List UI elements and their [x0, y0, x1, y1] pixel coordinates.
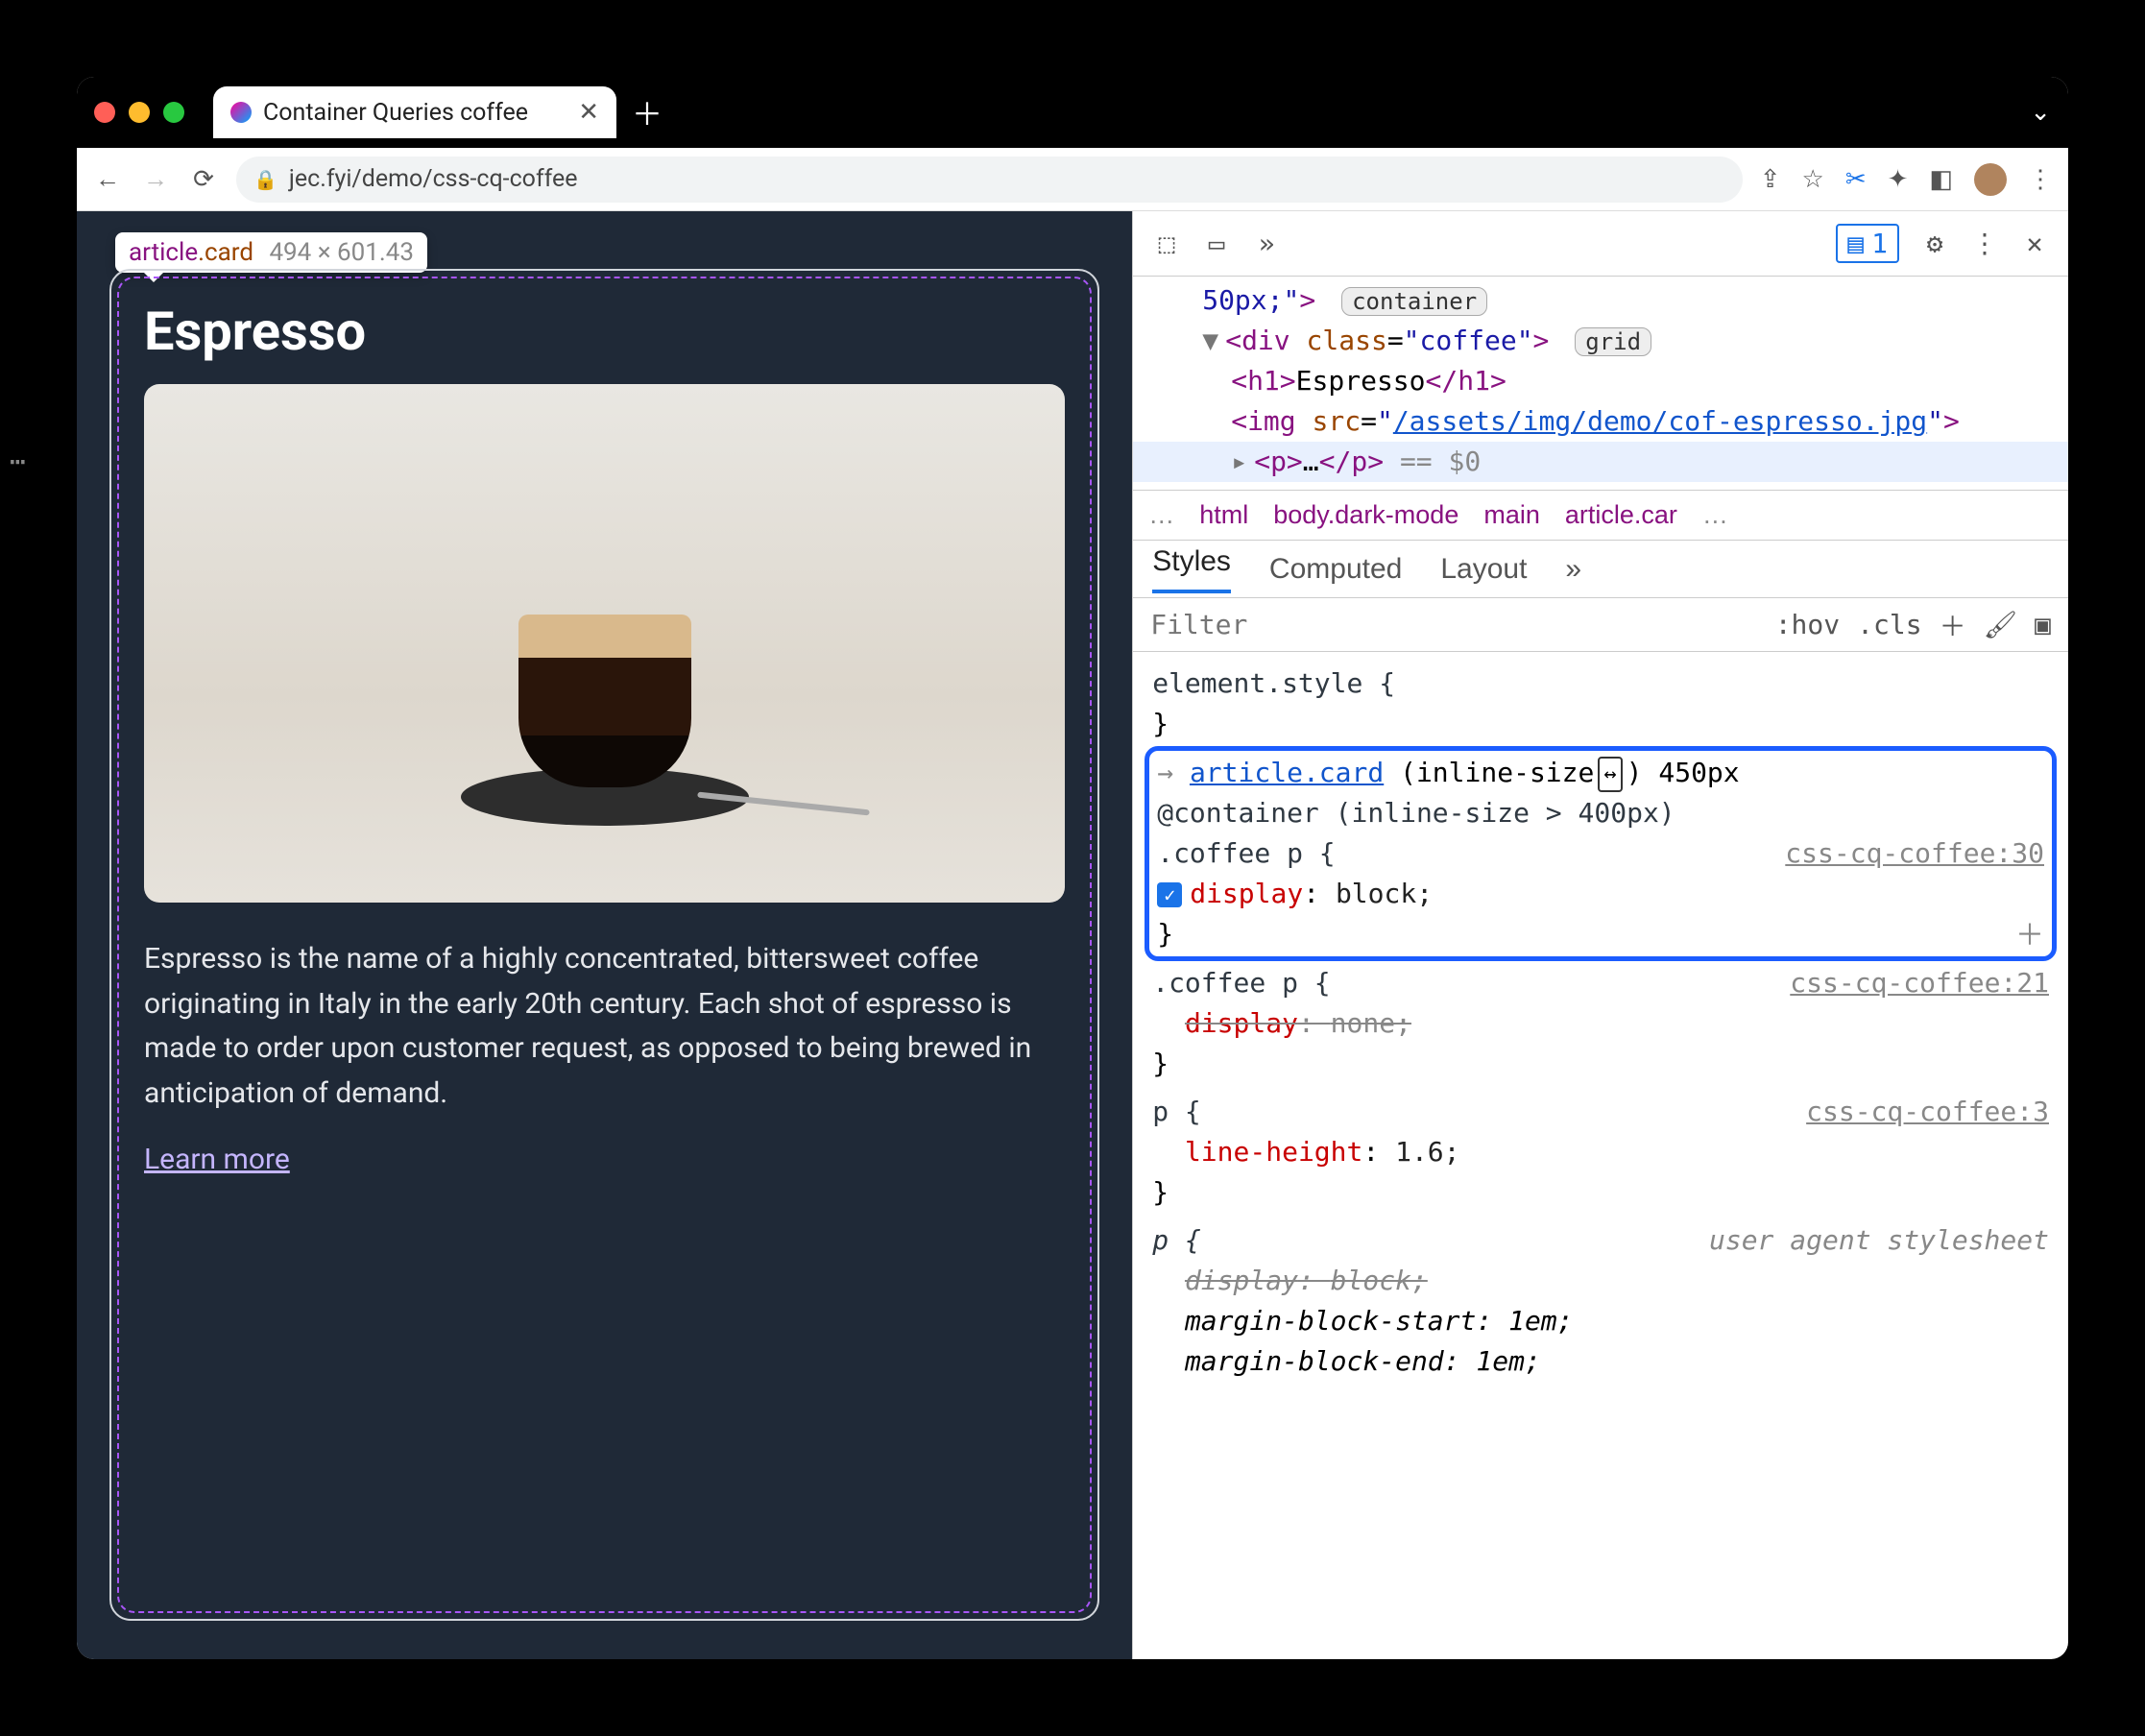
img-src-link[interactable]: /assets/img/demo/cof-espresso.jpg [1393, 405, 1927, 437]
back-button[interactable]: ← [92, 164, 123, 194]
messages-count: 1 [1871, 228, 1888, 259]
inline-size-icon: ↔ [1598, 757, 1622, 792]
crumb-body[interactable]: body.dark-mode [1273, 500, 1458, 530]
rule-element-style[interactable]: element.style {} [1152, 660, 2049, 748]
rule-p-ua[interactable]: p { user agent stylesheet display: block… [1152, 1217, 2049, 1386]
elements-tree[interactable]: 50px;"> container ▼<div class="coffee"> … [1133, 277, 2068, 491]
container-badge[interactable]: container [1341, 287, 1487, 316]
tab-strip: Container Queries coffee ✕ ＋ ⌄ [77, 77, 2068, 148]
filter-input[interactable] [1150, 609, 1757, 640]
styles-tabs: Styles Computed Layout » [1133, 541, 2068, 598]
tab-layout[interactable]: Layout [1440, 553, 1527, 586]
close-window-icon[interactable] [94, 102, 115, 123]
source-location[interactable]: css-cq-coffee:21 [1790, 963, 2049, 1003]
crumb-article[interactable]: article.car [1565, 500, 1677, 530]
browser-window: Container Queries coffee ✕ ＋ ⌄ ← → ⟳ 🔒 j… [77, 77, 2068, 1659]
property-checkbox[interactable]: ✓ [1157, 882, 1182, 907]
source-location[interactable]: css-cq-coffee:30 [1785, 833, 2044, 874]
el-line-img[interactable]: <img src="/assets/img/demo/cof-espresso.… [1133, 401, 2068, 442]
rule-p[interactable]: p { css-cq-coffee:3 line-height: 1.6;} [1152, 1088, 2049, 1217]
kebab-menu-icon[interactable]: ⋮ [1970, 228, 1999, 259]
message-icon: ▤ [1847, 228, 1864, 259]
el-line-p-selected[interactable]: ⋯ ▸<p>…</p> == $0 [1133, 442, 2068, 482]
more-tabs-icon[interactable]: » [1565, 553, 1581, 586]
more-tabs-icon[interactable]: » [1252, 228, 1281, 259]
tab-computed[interactable]: Computed [1269, 553, 1402, 586]
toggle-sidebar-icon[interactable]: ▣ [2035, 609, 2051, 640]
sidepanel-icon[interactable]: ◧ [1929, 165, 1953, 194]
rule-container-query[interactable]: → article.card (inline-size↔) 450px @con… [1145, 746, 2057, 961]
toolbar-actions: ⇪ ☆ ✂ ✦ ◧ ⋮ [1760, 163, 2053, 196]
favicon-icon [230, 102, 252, 123]
browser-tab[interactable]: Container Queries coffee ✕ [213, 86, 616, 138]
card-heading: Espresso [144, 300, 1065, 363]
add-property-icon[interactable]: ＋ [2015, 914, 2044, 957]
grid-badge[interactable]: grid [1575, 327, 1651, 356]
tooltip-class: .card [198, 238, 253, 267]
crumb-html[interactable]: html [1199, 500, 1248, 530]
profile-avatar[interactable] [1974, 163, 2007, 196]
dollar-zero: == $0 [1400, 446, 1481, 477]
card-paragraph: Espresso is the name of a highly concent… [144, 937, 1065, 1116]
content-split: article.card 494 × 601.43 Espresso Espre… [77, 211, 2068, 1659]
device-toolbar-icon[interactable]: ▭ [1202, 228, 1231, 259]
lock-icon: 🔒 [253, 168, 277, 191]
tooltip-dimensions: 494 × 601.43 [269, 238, 414, 267]
paint-icon[interactable]: 🖌 [1984, 609, 2018, 640]
new-rule-icon[interactable]: ＋ [1940, 606, 1966, 644]
devtools-toolbar: ⬚ ▭ » ▤ 1 ⚙ ⋮ ✕ [1133, 211, 2068, 277]
maximize-window-icon[interactable] [163, 102, 184, 123]
close-tab-icon[interactable]: ✕ [578, 98, 599, 127]
learn-more-link[interactable]: Learn more [144, 1143, 290, 1176]
devtools-panel: ⬚ ▭ » ▤ 1 ⚙ ⋮ ✕ 50px;"> container ▼<div … [1132, 211, 2068, 1659]
hov-toggle[interactable]: :hov [1775, 609, 1840, 640]
minimize-window-icon[interactable] [129, 102, 150, 123]
tabs-overflow-icon[interactable]: ⌄ [2030, 98, 2051, 127]
extensions-icon[interactable]: ✦ [1888, 165, 1909, 194]
expand-arrow-icon[interactable]: ▸ [1231, 442, 1250, 482]
crumb-ellipsis[interactable]: … [1702, 500, 1728, 530]
ua-label: user agent stylesheet [1709, 1220, 2049, 1261]
cup-shape [518, 615, 691, 787]
rule-coffee-p-2[interactable]: .coffee p { css-cq-coffee:21 display: no… [1152, 959, 2049, 1088]
el-line-div[interactable]: ▼<div class="coffee"> grid [1133, 321, 2068, 361]
inspect-element-icon[interactable]: ⬚ [1152, 228, 1181, 259]
toolbar: ← → ⟳ 🔒 jec.fyi/demo/css-cq-coffee ⇪ ☆ ✂… [77, 148, 2068, 211]
tab-title: Container Queries coffee [263, 99, 528, 127]
source-location[interactable]: css-cq-coffee:3 [1806, 1092, 2049, 1132]
coffee-image [144, 384, 1065, 903]
inspect-tooltip: article.card 494 × 601.43 [115, 232, 427, 273]
scissors-icon[interactable]: ✂ [1845, 165, 1867, 194]
breadcrumb: … html body.dark-mode main article.car … [1133, 491, 2068, 541]
forward-button[interactable]: → [140, 164, 171, 194]
window-controls [94, 102, 184, 123]
cq-selector-link[interactable]: article.card [1190, 757, 1384, 788]
el-line-h1[interactable]: <h1>Espresso</h1> [1133, 361, 2068, 401]
tooltip-tag: article [129, 238, 198, 267]
el-line-style[interactable]: 50px;"> container [1133, 280, 2068, 321]
url-text: jec.fyi/demo/css-cq-coffee [289, 165, 578, 193]
cls-toggle[interactable]: .cls [1857, 609, 1921, 640]
tab-styles[interactable]: Styles [1152, 545, 1231, 593]
reload-button[interactable]: ⟳ [188, 165, 219, 194]
share-icon[interactable]: ⇪ [1760, 165, 1781, 194]
crumb-ellipsis[interactable]: … [1148, 500, 1174, 530]
styles-rules[interactable]: element.style {} → article.card (inline-… [1133, 652, 2068, 1659]
bookmark-icon[interactable]: ☆ [1802, 165, 1824, 194]
messages-badge[interactable]: ▤ 1 [1836, 224, 1899, 263]
address-bar[interactable]: 🔒 jec.fyi/demo/css-cq-coffee [236, 157, 1743, 203]
menu-icon[interactable]: ⋮ [2028, 165, 2053, 194]
settings-icon[interactable]: ⚙ [1920, 228, 1949, 259]
page-viewport: article.card 494 × 601.43 Espresso Espre… [77, 211, 1132, 1659]
new-tab-button[interactable]: ＋ [632, 90, 663, 134]
close-devtools-icon[interactable]: ✕ [2020, 228, 2049, 259]
crumb-main[interactable]: main [1483, 500, 1540, 530]
styles-filter-bar: :hov .cls ＋ 🖌 ▣ [1133, 598, 2068, 652]
article-card[interactable]: Espresso Espresso is the name of a highl… [109, 269, 1099, 1621]
expand-arrow-icon[interactable]: ▼ [1202, 321, 1221, 361]
